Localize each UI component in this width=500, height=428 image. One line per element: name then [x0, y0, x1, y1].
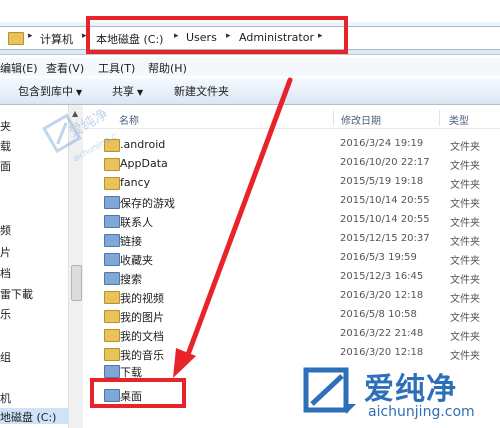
new-folder-button[interactable]: 新建文件夹 — [174, 83, 229, 99]
file-type: 文件夹 — [450, 275, 480, 286]
file-date: 2015/10/14 20:55 — [340, 195, 430, 206]
column-divider[interactable] — [439, 110, 440, 126]
sidebar-item[interactable]: 机 — [0, 390, 11, 406]
file-name: 我的视频 — [120, 292, 164, 305]
computer-folder-icon — [8, 32, 24, 45]
desktop-highlight-box — [90, 378, 186, 408]
file-row[interactable]: 收藏夹 2016/5/3 19:59 文件夹 — [96, 250, 500, 269]
file-date: 2015/12/15 20:37 — [340, 233, 430, 244]
file-type: 文件夹 — [450, 256, 480, 267]
share-button[interactable]: 共享 ▼ — [112, 83, 143, 99]
file-name: 联系人 — [120, 216, 153, 229]
file-row[interactable]: 我的文档 2016/3/22 21:48 文件夹 — [96, 326, 500, 345]
folder-icon — [104, 329, 120, 342]
file-row[interactable]: fancy 2015/5/19 19:18 文件夹 — [96, 174, 500, 193]
sidebar-item[interactable]: 组 — [0, 349, 11, 365]
column-header: 名称 修改日期 类型 — [83, 106, 500, 129]
file-type: 文件夹 — [450, 199, 480, 210]
file-row[interactable]: 搜索 2015/12/3 16:45 文件夹 — [96, 269, 500, 288]
file-name: 链接 — [120, 235, 142, 248]
folder-icon — [104, 177, 120, 190]
file-name: 收藏夹 — [120, 254, 153, 267]
file-name: 我的图片 — [120, 311, 164, 324]
folder-icon — [104, 291, 120, 304]
file-name: .android — [120, 138, 166, 151]
file-row[interactable]: .android 2016/3/24 19:19 文件夹 — [96, 136, 500, 155]
menu-view[interactable]: 查看(V) — [46, 60, 84, 76]
folder-icon — [104, 196, 120, 209]
brand-watermark: 爱纯净 aichunjing.com — [300, 360, 500, 428]
folder-icon — [104, 234, 120, 247]
file-row[interactable]: 保存的游戏 2015/10/14 20:55 文件夹 — [96, 193, 500, 212]
folder-icon — [104, 215, 120, 228]
folder-icon — [104, 310, 120, 323]
chevron-right-icon[interactable]: ▸ — [28, 31, 33, 41]
file-type: 文件夹 — [450, 180, 480, 191]
file-date: 2015/12/3 16:45 — [340, 271, 424, 282]
folder-icon — [104, 253, 120, 266]
file-date: 2016/3/20 12:18 — [340, 347, 424, 358]
file-row[interactable]: 我的图片 2016/5/8 10:58 文件夹 — [96, 307, 500, 326]
file-type: 文件夹 — [450, 332, 480, 343]
share-label: 共享 — [112, 85, 134, 98]
file-date: 2016/5/8 10:58 — [340, 309, 417, 320]
file-date: 2016/5/3 19:59 — [340, 252, 417, 263]
file-type: 文件夹 — [450, 294, 480, 305]
folder-icon — [104, 348, 120, 361]
column-date[interactable]: 修改日期 — [341, 112, 381, 127]
file-type: 文件夹 — [450, 218, 480, 229]
file-type: 文件夹 — [450, 313, 480, 324]
file-name: fancy — [120, 176, 151, 189]
watermark-logo: 爱纯净 aichunjing.com — [42, 106, 116, 163]
sidebar-item[interactable]: 面 — [0, 158, 11, 174]
file-row[interactable]: AppData 2016/10/20 22:17 文件夹 — [96, 155, 500, 174]
include-in-library-button[interactable]: 包含到库中 ▼ — [18, 83, 82, 99]
file-date: 2016/3/22 21:48 — [340, 328, 424, 339]
file-row[interactable]: 我的视频 2016/3/20 12:18 文件夹 — [96, 288, 500, 307]
column-type[interactable]: 类型 — [449, 112, 469, 127]
file-name: 搜索 — [120, 273, 142, 286]
file-name: AppData — [120, 157, 168, 170]
column-name[interactable]: 名称 — [119, 112, 139, 127]
scrollbar-thumb[interactable] — [71, 265, 82, 301]
file-date: 2016/10/20 22:17 — [340, 157, 430, 168]
sidebar-item-selected[interactable]: 地磁盘 (C:) — [0, 408, 68, 424]
sidebar-item[interactable]: 夹 — [0, 118, 11, 134]
brand-name: 爱纯净 — [364, 372, 457, 407]
column-divider[interactable] — [333, 110, 334, 126]
file-name: 我的音乐 — [120, 349, 164, 362]
menu-help[interactable]: 帮助(H) — [148, 60, 187, 76]
file-name: 我的文档 — [120, 330, 164, 343]
menu-edit[interactable]: 编辑(E) — [0, 60, 38, 76]
sidebar-item[interactable]: 雷下載 — [0, 286, 33, 302]
include-label: 包含到库中 — [18, 85, 73, 98]
sidebar-item[interactable]: 频 — [0, 222, 11, 238]
crumb-computer[interactable]: 计算机 — [40, 31, 73, 47]
sidebar-item[interactable]: 载 — [0, 138, 11, 154]
sidebar-item[interactable]: 乐 — [0, 306, 11, 322]
address-highlight-box — [86, 16, 348, 54]
file-date: 2015/10/14 20:55 — [340, 214, 430, 225]
sidebar-item-label: 地磁盘 (C:) — [0, 411, 57, 424]
file-date: 2015/5/19 19:18 — [340, 176, 424, 187]
file-row[interactable]: 链接 2015/12/15 20:37 文件夹 — [96, 231, 500, 250]
menu-tools[interactable]: 工具(T) — [98, 60, 135, 76]
caret-down-icon: ▼ — [76, 88, 83, 97]
file-date: 2016/3/24 19:19 — [340, 138, 424, 149]
sidebar-item[interactable]: 档 — [0, 265, 11, 281]
file-name: 保存的游戏 — [120, 197, 175, 210]
brand-logo-icon — [303, 367, 356, 414]
file-row[interactable]: 联系人 2015/10/14 20:55 文件夹 — [96, 212, 500, 231]
file-type: 文件夹 — [450, 142, 480, 153]
folder-icon — [104, 272, 120, 285]
sidebar-item[interactable]: 片 — [0, 244, 11, 260]
file-type: 文件夹 — [450, 237, 480, 248]
folder-icon — [104, 365, 120, 378]
file-date: 2016/3/20 12:18 — [340, 290, 424, 301]
file-type: 文件夹 — [450, 161, 480, 172]
brand-url: aichunjing.com — [368, 404, 475, 420]
caret-down-icon: ▼ — [137, 88, 144, 97]
menu-bar: 编辑(E) 查看(V) 工具(T) 帮助(H) — [0, 58, 500, 76]
